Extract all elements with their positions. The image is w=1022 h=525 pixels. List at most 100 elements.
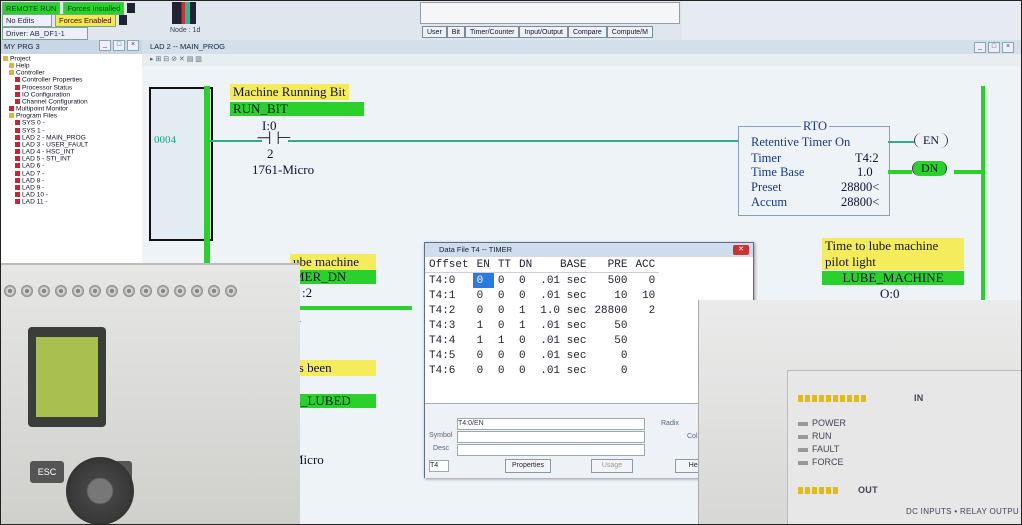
accum-value[interactable]: 28800< (841, 195, 879, 210)
xic-contact-icon[interactable]: ⊣ ⊢ (256, 128, 292, 149)
address-field[interactable]: T4:0/EN (457, 418, 645, 430)
usage-button[interactable]: Usage (591, 459, 633, 473)
timer-value[interactable]: T4:2 (855, 151, 879, 166)
table-cell[interactable]: 1 (494, 333, 515, 348)
table-cell[interactable] (631, 318, 659, 333)
table-cell[interactable]: .01 sec (536, 318, 590, 333)
tab-input-output[interactable]: Input/Output (519, 26, 568, 38)
table-cell[interactable]: 2 (631, 303, 659, 318)
table-cell[interactable]: 28800 (590, 303, 631, 318)
preset-value[interactable]: 28800< (841, 180, 879, 195)
file-field[interactable]: T4 (429, 460, 449, 472)
tab-compute[interactable]: Compute/M (606, 26, 653, 38)
tree-item-label: Project (10, 55, 31, 63)
table-cell[interactable]: 0 (473, 348, 494, 363)
contact-tag: RUN_BIT (230, 102, 364, 116)
table-cell[interactable]: .01 sec (536, 363, 590, 378)
symbol-field[interactable] (457, 431, 645, 443)
table-cell[interactable]: 0 (590, 363, 631, 378)
minimize-icon[interactable]: _ (99, 40, 111, 51)
plc-housing: ESC OK (0, 263, 300, 525)
table-cell[interactable]: 0 (590, 348, 631, 363)
properties-button[interactable]: Properties (505, 459, 551, 473)
tab-bit[interactable]: Bit (446, 26, 465, 38)
table-cell[interactable]: 50 (590, 318, 631, 333)
table-cell[interactable]: T4:5 (425, 348, 473, 363)
tab-user[interactable]: User (422, 26, 447, 38)
tree-item[interactable]: LAD 11 - (3, 198, 142, 206)
table-cell[interactable]: 0 (473, 363, 494, 378)
timebase-value[interactable]: 1.0 (857, 165, 873, 180)
forces-dropdown-icon[interactable] (118, 15, 127, 25)
table-cell[interactable]: .01 sec (536, 333, 590, 348)
table-cell[interactable]: T4:2 (425, 303, 473, 318)
table-cell[interactable]: 10 (590, 288, 631, 303)
desc-field[interactable] (457, 444, 645, 456)
table-cell[interactable]: 0 (494, 273, 515, 289)
table-cell[interactable]: 0 (515, 348, 536, 363)
table-cell[interactable]: 10 (631, 288, 659, 303)
rung5-description: ube machine (290, 254, 376, 270)
tab-compare[interactable]: Compare (567, 26, 607, 38)
dn-coil[interactable]: DN (912, 161, 948, 176)
table-cell[interactable]: 0 (494, 288, 515, 303)
mode-dropdown-icon[interactable] (127, 3, 136, 13)
table-cell[interactable]: T4:3 (425, 318, 473, 333)
tree-item-label: Controller (16, 69, 45, 77)
table-cell[interactable]: 0 (515, 288, 536, 303)
table-cell[interactable]: 0 (515, 363, 536, 378)
table-cell[interactable]: 0 (631, 273, 659, 289)
instruction-palette[interactable] (420, 2, 680, 24)
table-cell[interactable]: 1 (473, 333, 494, 348)
table-cell[interactable] (631, 363, 659, 378)
close-icon[interactable]: × (127, 40, 139, 51)
table-cell[interactable]: .01 sec (536, 273, 590, 289)
table-cell[interactable]: 0 (494, 318, 515, 333)
table-cell[interactable]: 1.0 sec (536, 303, 590, 318)
table-cell[interactable]: 0 (494, 348, 515, 363)
table-cell[interactable]: T4:1 (425, 288, 473, 303)
output-tag: LUBE_MACHINE (822, 271, 964, 285)
table-cell[interactable]: .01 sec (536, 348, 590, 363)
table-cell[interactable]: T4:6 (425, 363, 473, 378)
table-cell[interactable]: 500 (590, 273, 631, 289)
column-header: Offset (425, 257, 473, 273)
table-cell[interactable]: 0 (515, 333, 536, 348)
data-file-title-text: Data File T4 -- TIMER (439, 245, 513, 254)
table-cell[interactable]: 1 (515, 318, 536, 333)
table-cell[interactable]: 1 (473, 318, 494, 333)
close-icon[interactable]: × (1002, 42, 1014, 53)
rto-instruction[interactable]: RTO Retentive Timer On Timer T4:2 Time B… (738, 119, 890, 216)
table-cell[interactable]: 0 (473, 303, 494, 318)
maximize-icon[interactable]: □ (113, 40, 125, 51)
file-icon (15, 98, 20, 104)
rung-wire (288, 140, 738, 142)
status-led-icon (798, 421, 808, 426)
maximize-icon[interactable]: □ (988, 42, 1000, 53)
timer-data-table: Offset EN TT DN BASE PRE ACC T4:0 0 0 0.01 sec 500… (425, 257, 660, 378)
table-cell[interactable]: 1 (515, 303, 536, 318)
status-led-icon (798, 447, 808, 452)
table-cell[interactable]: 0 (494, 303, 515, 318)
status-led: FORCE (798, 456, 846, 469)
tab-timer-counter[interactable]: Timer/Counter (464, 26, 520, 38)
output-leds (798, 487, 838, 494)
screw-icon (140, 285, 152, 297)
minimize-icon[interactable]: _ (974, 42, 986, 53)
table-row: T4:5 0 0 0.01 sec 0 (425, 348, 659, 363)
table-cell[interactable]: 0 (494, 363, 515, 378)
en-coil[interactable]: EN (914, 133, 948, 148)
table-cell[interactable]: T4:4 (425, 333, 473, 348)
table-cell[interactable]: T4:0 (425, 273, 473, 289)
table-cell[interactable] (631, 348, 659, 363)
table-cell[interactable] (631, 333, 659, 348)
table-cell[interactable]: 0 (515, 273, 536, 289)
screw-icon (4, 285, 16, 297)
table-cell[interactable]: 50 (590, 333, 631, 348)
close-icon[interactable]: ✕ (733, 245, 749, 255)
screw-icon (106, 285, 118, 297)
output-description-1: Time to lube machine (822, 238, 964, 254)
table-cell[interactable]: 0 (472, 272, 494, 288)
table-cell[interactable]: 0 (473, 288, 494, 303)
table-cell[interactable]: .01 sec (536, 288, 590, 303)
